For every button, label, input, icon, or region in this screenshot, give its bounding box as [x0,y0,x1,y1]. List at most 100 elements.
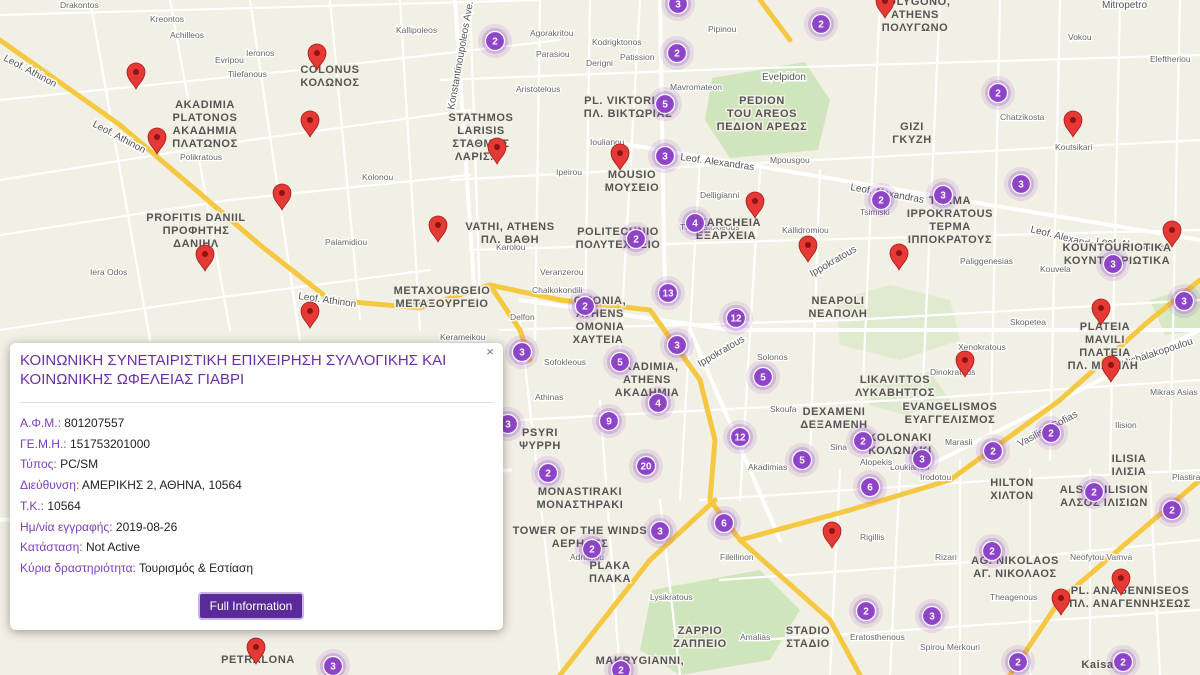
place-label: GIZI [900,121,924,133]
cluster-marker[interactable]: 2 [1077,475,1111,509]
street-label: Delfon [510,312,535,322]
cluster-marker[interactable]: 3 [915,599,949,633]
pin-hole [752,198,758,204]
cluster-marker[interactable]: 3 [1096,247,1130,281]
street-label: Kerameikou [440,332,486,342]
place-label: ΜΟΥΣΕΙΟ [605,182,660,194]
cluster-count: 2 [1120,658,1126,669]
cluster-marker[interactable]: 3 [660,328,694,362]
cluster-marker[interactable]: 3 [505,335,539,369]
cluster-marker[interactable]: 5 [648,87,682,121]
cluster-marker[interactable]: 6 [707,506,741,540]
place-label: AKADIMIA [175,99,235,111]
cluster-marker[interactable]: 2 [1034,416,1068,450]
cluster-marker[interactable]: 20 [629,449,663,483]
full-information-button[interactable]: Full Information [198,592,304,620]
cluster-marker[interactable]: 2 [478,24,512,58]
cluster-count: 3 [657,527,663,538]
cluster-marker[interactable]: 4 [678,206,712,240]
street-label: Spirou Merkouri [920,642,980,652]
cluster-count: 12 [730,314,742,325]
cluster-marker[interactable]: 12 [723,420,757,454]
cluster-marker[interactable]: 2 [981,76,1015,110]
cluster-marker[interactable]: 2 [849,594,883,628]
cluster-count: 3 [919,455,925,466]
cluster-marker[interactable]: 5 [603,345,637,379]
field-status: Κατάσταση: Not Active [20,537,493,558]
place-label: ΤΕΡΜΑ [929,221,971,233]
cluster-marker[interactable]: 3 [1004,167,1038,201]
cluster-marker[interactable]: 2 [531,456,565,490]
street-label: Chatzikosta [1000,112,1045,122]
cluster-marker[interactable]: 2 [1155,493,1189,527]
close-icon[interactable]: × [483,345,497,359]
cluster-marker[interactable]: 2 [568,289,602,323]
street-label: Sofokleous [544,357,586,367]
cluster-marker[interactable]: 3 [1167,284,1200,318]
cluster-count: 3 [662,152,668,163]
cluster-marker[interactable]: 2 [660,36,694,70]
cluster-count: 2 [633,235,639,246]
place-label: ATHENS [623,374,671,386]
street-label: Derigni [586,58,613,68]
cluster-count: 6 [867,483,873,494]
avenue-label: Mitropetro [1102,0,1147,11]
street-label: Paliggenesias [960,256,1013,266]
cluster-marker[interactable]: 5 [746,360,780,394]
cluster-marker[interactable]: 13 [651,276,685,310]
cluster-marker[interactable]: 9 [592,404,626,438]
cluster-marker[interactable]: 2 [864,183,898,217]
place-label: ΣΤΑΔΙΟ [786,638,830,650]
street-label: Kallipoleos [396,25,437,35]
pin-hole [1118,575,1124,581]
cluster-count: 2 [1169,506,1175,517]
place-label: ΑΓ. ΝΙΚΟΛΑΟΣ [973,568,1057,580]
cluster-marker[interactable]: 4 [641,386,675,420]
field-value: Τουρισμός & Εστίαση [138,560,254,575]
cluster-marker[interactable]: 3 [905,442,939,476]
field-label: Τύπος: [20,457,57,472]
cluster-count: 3 [519,348,525,359]
street-label: Kreontos [150,14,184,24]
cluster-marker[interactable]: 2 [975,534,1009,568]
street-label: Agorakritou [530,28,574,38]
cluster-marker[interactable]: 2 [804,7,838,41]
cluster-marker[interactable]: 3 [643,514,677,548]
pin-hole [896,250,902,256]
cluster-count: 2 [1015,658,1021,669]
place-label: ΜΟΝΑΣΤΗΡΑΚΙ [537,499,624,511]
place-label: ΛΥΚΑΒΗΤΤΟΣ [855,387,935,399]
field-main-activity: Κύρια δραστηριότητα: Τουρισμός & Εστίαση [20,558,493,579]
place-label: PROFITIS DANIIL [146,212,245,224]
street-label: Ieronos [246,48,274,58]
cluster-marker[interactable]: 2 [575,532,609,566]
place-label: COLONUS [300,64,359,76]
place-label: STADIO [786,625,830,637]
cluster-marker[interactable]: 2 [976,434,1010,468]
cluster-count: 2 [582,302,588,313]
street-label: Parasiou [536,49,570,59]
cluster-marker[interactable]: 3 [648,139,682,173]
info-popup: × ΚΟΙΝΩΝΙΚΗ ΣΥΝΕΤΑΙΡΙΣΤΙΚΗ ΕΠΙΧΕΙΡΗΣΗ ΣΥ… [10,343,503,630]
place-label: ΠΡΟΦΗΤΗΣ [163,225,230,237]
cluster-marker[interactable]: 3 [926,178,960,212]
cluster-count: 2 [618,666,624,675]
place-label: ΖΑΠΠΕΙΟ [673,638,727,650]
field-value: ΑΜΕΡΙΚΗΣ 2, ΑΘΗΝΑ, 10564 [81,478,242,493]
pin-hole [307,117,313,123]
cluster-marker[interactable]: 2 [619,222,653,256]
street-label: Skoufa [770,404,797,414]
cluster-marker[interactable]: 12 [719,301,753,335]
pin-hole [962,357,968,363]
cluster-marker[interactable]: 2 [846,424,880,458]
cluster-marker[interactable]: 5 [785,443,819,477]
field-label: Α.Φ.Μ.: [20,416,61,430]
place-label: PEDION [739,95,785,107]
cluster-count: 2 [989,547,995,558]
cluster-marker[interactable]: 6 [853,470,887,504]
field-value: 151753201000 [69,436,151,451]
field-value: PC/SM [60,457,99,472]
place-label: MAVILI [1085,334,1125,346]
street-label: Plastira [1172,472,1200,482]
street-label: Lysikratous [650,592,693,602]
